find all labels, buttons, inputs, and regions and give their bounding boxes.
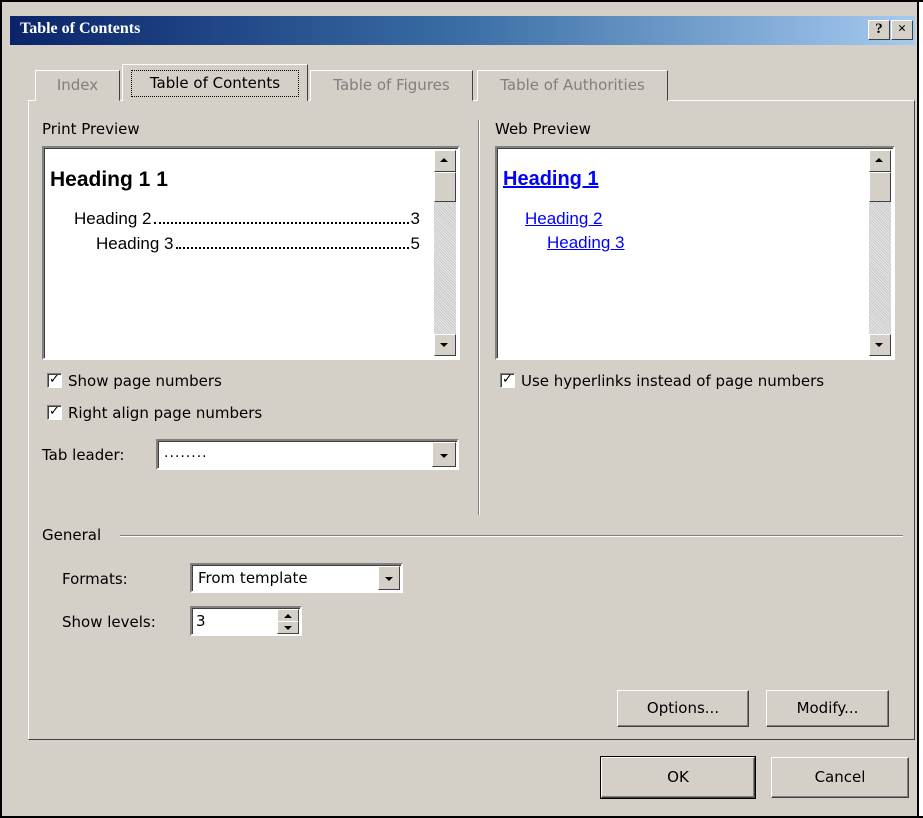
window-border	[917, 0, 919, 818]
spin-down-button[interactable]	[277, 621, 299, 634]
window-border	[0, 0, 2, 818]
web-preview-box: Heading 1 Heading 2 Heading 3	[495, 146, 895, 360]
right-align-checkbox[interactable]: ✓	[47, 405, 62, 420]
chevron-down-icon	[385, 577, 393, 581]
show-levels-value[interactable]: 3	[196, 612, 206, 630]
print-heading-2-page: 3	[410, 209, 420, 228]
options-button[interactable]: Options...	[617, 690, 749, 727]
right-align-label[interactable]: Right align page numbers	[68, 404, 262, 422]
arrow-down-icon	[440, 343, 448, 347]
arrow-down-icon	[284, 626, 292, 630]
cancel-button[interactable]: Cancel	[771, 757, 909, 798]
arrow-up-icon	[440, 158, 448, 162]
show-levels-label: Show levels:	[62, 613, 156, 631]
arrow-up-icon	[875, 158, 883, 162]
web-preview-scrollbar[interactable]	[869, 150, 891, 356]
chevron-down-icon	[440, 454, 448, 458]
tab-index[interactable]: Index	[35, 70, 120, 101]
formats-dropdown-button[interactable]	[378, 566, 400, 590]
close-button[interactable]: ×	[891, 20, 913, 40]
column-divider	[478, 120, 479, 515]
tab-table-of-authorities[interactable]: Table of Authorities	[477, 70, 668, 101]
web-preview-label: Web Preview	[495, 120, 591, 138]
tab-leader-select[interactable]: ........	[156, 439, 459, 470]
print-heading-2-row: Heading 2 3	[74, 209, 420, 229]
tab-leader-dropdown-button[interactable]	[432, 442, 456, 467]
use-hyperlinks-label[interactable]: Use hyperlinks instead of page numbers	[521, 372, 824, 390]
print-heading-3-row: Heading 3 5	[96, 234, 420, 254]
ok-button[interactable]: OK	[601, 757, 755, 798]
print-preview-box: Heading 1 1 Heading 2 3 Heading 3 5	[42, 146, 460, 360]
general-divider	[120, 535, 903, 536]
web-heading-2-link[interactable]: Heading 2	[525, 209, 603, 229]
web-heading-1-link[interactable]: Heading 1	[503, 168, 599, 191]
dot-leader	[153, 210, 409, 224]
tab-leader-label: Tab leader:	[42, 446, 125, 464]
print-preview-label: Print Preview	[42, 120, 140, 138]
arrow-down-icon	[875, 343, 883, 347]
scroll-down-button[interactable]	[434, 334, 456, 356]
backdrop	[919, 0, 923, 818]
print-heading-2: Heading 2	[74, 209, 152, 228]
title-bar[interactable]	[10, 16, 915, 45]
modify-button[interactable]: Modify...	[766, 690, 889, 727]
general-label: General	[42, 526, 102, 544]
formats-select[interactable]: From template	[190, 563, 403, 593]
scroll-down-button[interactable]	[869, 334, 891, 356]
print-heading-1: Heading 1 1	[50, 168, 168, 191]
scroll-thumb[interactable]	[869, 172, 891, 202]
print-heading-3-page: 5	[410, 234, 420, 253]
show-page-numbers-label[interactable]: Show page numbers	[68, 372, 222, 390]
help-button[interactable]: ?	[868, 20, 890, 40]
formats-label: Formats:	[62, 570, 128, 588]
show-page-numbers-checkbox[interactable]: ✓	[47, 373, 62, 388]
window-title: Table of Contents	[20, 20, 141, 37]
formats-value: From template	[198, 569, 308, 587]
use-hyperlinks-checkbox[interactable]: ✓	[500, 373, 515, 388]
scroll-thumb[interactable]	[434, 172, 456, 202]
window-border	[0, 0, 923, 2]
tab-table-of-figures[interactable]: Table of Figures	[310, 70, 473, 101]
dot-leader	[175, 235, 409, 249]
print-heading-3: Heading 3	[96, 234, 174, 253]
web-heading-3-link[interactable]: Heading 3	[547, 233, 625, 253]
scroll-up-button[interactable]	[434, 150, 456, 172]
scroll-up-button[interactable]	[869, 150, 891, 172]
print-preview-scrollbar[interactable]	[434, 150, 456, 356]
tab-table-of-contents-label: Table of Contents	[131, 70, 299, 97]
arrow-up-icon	[284, 614, 292, 618]
show-levels-spinner[interactable]: 3	[190, 606, 302, 636]
tab-leader-value: ........	[164, 445, 208, 461]
